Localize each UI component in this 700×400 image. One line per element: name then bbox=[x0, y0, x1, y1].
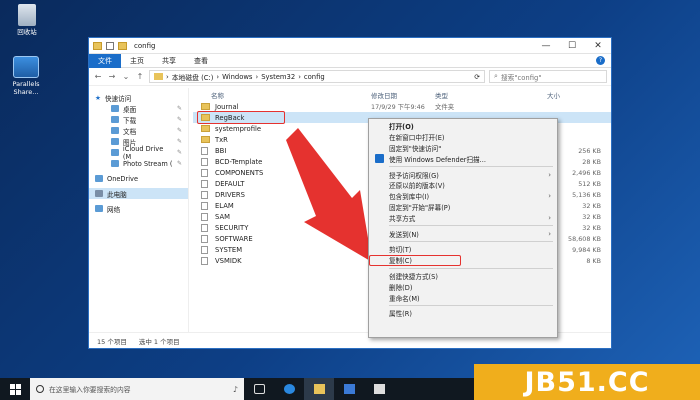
menu-item-label: 固定到"快速访问" bbox=[389, 144, 442, 153]
context-menu: 打开(O) 在新窗口中打开(E) 固定到"快速访问" 使用 Windows Defen… bbox=[368, 118, 558, 338]
menu-item[interactable]: 重命名(M) bbox=[369, 292, 557, 303]
menu-item-label: 还原以前的版本(V) bbox=[389, 182, 445, 191]
microphone-icon[interactable]: ♪ bbox=[233, 385, 238, 394]
menu-item[interactable]: 固定到"开始"屏幕(P) bbox=[369, 202, 557, 213]
menu-item[interactable]: 打开(O) bbox=[369, 121, 557, 132]
menu-item[interactable]: 包含到库中(I) › bbox=[369, 191, 557, 202]
submenu-arrow-icon: › bbox=[548, 170, 551, 179]
menu-item-label: 重命名(M) bbox=[389, 294, 420, 303]
menu-separator bbox=[389, 225, 553, 227]
submenu-arrow-icon: › bbox=[548, 229, 551, 238]
menu-item-label: 剪切(T) bbox=[389, 246, 412, 255]
menu-item[interactable]: 固定到"快速访问" bbox=[369, 143, 557, 154]
menu-item[interactable]: 授予访问权限(G) › bbox=[369, 169, 557, 180]
menu-item[interactable]: 还原以前的版本(V) bbox=[369, 180, 557, 191]
menu-item[interactable]: 共享方式 › bbox=[369, 212, 557, 223]
menu-item[interactable]: 属性(R) bbox=[369, 308, 557, 319]
menu-item[interactable]: 发送到(N) › bbox=[369, 228, 557, 239]
menu-item[interactable]: 删除(D) bbox=[369, 281, 557, 292]
menu-item-label: 授予访问权限(G) bbox=[389, 171, 439, 180]
menu-item-label: 发送到(N) bbox=[389, 230, 419, 239]
start-button[interactable] bbox=[0, 378, 30, 400]
menu-separator bbox=[389, 240, 553, 242]
submenu-arrow-icon: › bbox=[548, 192, 551, 201]
watermark: JB51.CC bbox=[474, 364, 700, 400]
file-explorer-icon[interactable] bbox=[304, 378, 334, 400]
menu-item[interactable]: 创建快捷方式(S) bbox=[369, 271, 557, 282]
defender-shield-icon bbox=[375, 154, 384, 164]
menu-item-label: 使用 Windows Defender扫描... bbox=[389, 155, 486, 164]
menu-item[interactable]: 剪切(T) bbox=[369, 244, 557, 255]
taskbar-search[interactable]: 在这里输入你要搜索的内容 ♪ bbox=[30, 378, 244, 400]
mail-icon[interactable] bbox=[364, 378, 394, 400]
menu-item-label: 删除(D) bbox=[389, 283, 413, 292]
menu-item-label: 打开(O) bbox=[389, 123, 414, 132]
edge-icon[interactable] bbox=[274, 378, 304, 400]
submenu-arrow-icon: › bbox=[548, 213, 551, 222]
menu-item-label: 创建快捷方式(S) bbox=[389, 272, 438, 281]
task-view-icon[interactable] bbox=[244, 378, 274, 400]
menu-item-label: 包含到库中(I) bbox=[389, 193, 430, 202]
windows-logo-icon bbox=[9, 383, 21, 395]
cortana-icon bbox=[36, 385, 44, 393]
store-icon[interactable] bbox=[334, 378, 364, 400]
menu-item[interactable]: 使用 Windows Defender扫描... bbox=[369, 153, 557, 164]
menu-item-label: 复制(C) bbox=[389, 257, 412, 266]
menu-item[interactable]: 在新窗口中打开(E) bbox=[369, 132, 557, 143]
annotation-arrow bbox=[286, 128, 372, 262]
menu-item-label: 固定到"开始"屏幕(P) bbox=[389, 203, 451, 212]
menu-item-label: 在新窗口中打开(E) bbox=[389, 134, 445, 143]
menu-separator bbox=[389, 267, 553, 269]
menu-separator bbox=[389, 304, 553, 306]
menu-item-label: 共享方式 bbox=[389, 214, 416, 223]
menu-item-label: 属性(R) bbox=[389, 310, 412, 319]
taskbar-search-placeholder: 在这里输入你要搜索的内容 bbox=[49, 386, 131, 394]
menu-separator bbox=[389, 166, 553, 168]
menu-item[interactable]: 复制(C) bbox=[369, 254, 461, 266]
